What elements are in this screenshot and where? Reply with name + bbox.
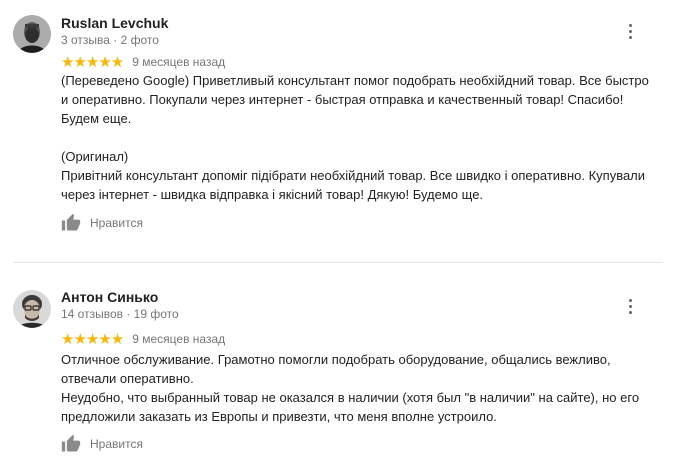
like-label: Нравится	[90, 216, 143, 230]
reviewer-stats: 14 отзывов · 19 фото	[61, 307, 179, 321]
like-button[interactable]: Нравится	[61, 433, 143, 455]
reviewer-stats: 3 отзыва · 2 фото	[61, 33, 159, 47]
review-date: 9 месяцев назад	[132, 332, 226, 346]
review-paragraph: (Оригинал)	[61, 149, 129, 164]
more-options-icon[interactable]	[623, 296, 637, 316]
avatar[interactable]	[13, 15, 51, 53]
divider	[13, 262, 663, 263]
review-paragraph: (Переведено Google) Приветливый консульт…	[61, 73, 649, 126]
thumb-up-icon	[61, 213, 81, 231]
review-paragraph: Отличное обслуживание. Грамотно помогли …	[61, 352, 611, 386]
like-button[interactable]: Нравится	[61, 212, 143, 234]
reviewer-name[interactable]: Ruslan Levchuk	[61, 15, 168, 31]
avatar[interactable]	[13, 290, 51, 328]
review-paragraph: Привітний консультант допоміг підібрати …	[61, 168, 646, 202]
thumb-up-icon	[61, 434, 81, 452]
reviewer-name[interactable]: Антон Синько	[61, 289, 158, 305]
rating-row: ★★★★★ 9 месяцев назад	[61, 331, 225, 347]
like-label: Нравится	[90, 437, 143, 451]
review-date: 9 месяцев назад	[132, 55, 226, 69]
review-paragraph: Неудобно, что выбранный товар не оказалс…	[61, 390, 640, 424]
review-paragraph-spacer	[61, 128, 651, 147]
more-options-icon[interactable]	[623, 21, 637, 41]
rating-row: ★★★★★ 9 месяцев назад	[61, 54, 225, 70]
review-text: (Переведено Google) Приветливый консульт…	[61, 71, 651, 204]
review-text: Отличное обслуживание. Грамотно помогли …	[61, 350, 651, 426]
star-rating: ★★★★★	[61, 53, 124, 71]
star-rating: ★★★★★	[61, 330, 124, 348]
